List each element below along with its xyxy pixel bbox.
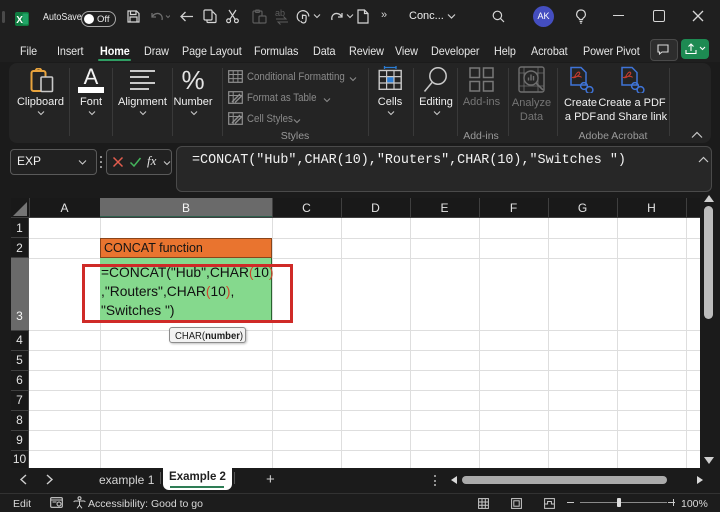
svg-text:X: X — [16, 15, 23, 26]
